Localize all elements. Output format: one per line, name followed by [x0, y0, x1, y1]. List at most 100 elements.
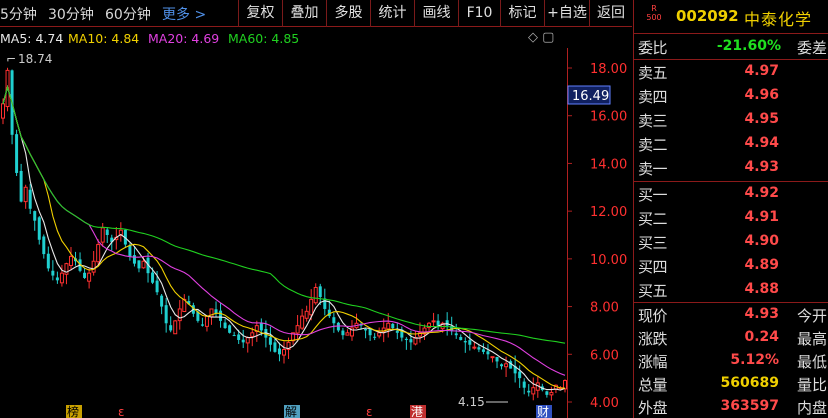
- statistics-button[interactable]: 统计: [370, 0, 414, 27]
- period-5min[interactable]: 5分钟: [0, 4, 37, 24]
- adjust-button[interactable]: 复权: [238, 0, 282, 27]
- sell-row-1-label: 卖一: [638, 160, 668, 178]
- candle-body: [100, 227, 105, 243]
- candle-body: [309, 298, 314, 316]
- candle-body: [228, 325, 232, 333]
- y-tick-label: 16.00: [590, 110, 627, 125]
- y-tick-label: 12.00: [590, 205, 627, 220]
- buy-row-3: 买三 4.90: [634, 230, 828, 254]
- back-button[interactable]: 返回: [589, 0, 632, 27]
- candle-body: [518, 371, 522, 379]
- buy-row-1-value: 4.92: [744, 185, 779, 201]
- candle-body: [527, 390, 531, 393]
- candle-body: [59, 272, 64, 284]
- draw-line-button[interactable]: 画线: [414, 0, 458, 27]
- candles: [1, 67, 567, 401]
- sell-row-3-label: 卖三: [638, 112, 668, 130]
- candle-body: [173, 320, 178, 335]
- candle-body: [490, 356, 495, 359]
- candle-body: [295, 325, 300, 334]
- candle-body: [495, 356, 499, 362]
- buy-row-2: 买二 4.91: [634, 206, 828, 230]
- candle-body: [391, 323, 395, 329]
- sell-row-3: 卖三 4.95: [634, 108, 828, 132]
- more-periods-link[interactable]: 更多 >: [162, 4, 206, 24]
- candle-body: [373, 336, 377, 338]
- quote-row-0: 现价 4.93 今开: [634, 303, 828, 327]
- candle-body: [386, 322, 391, 330]
- low-annotation: 4.15: [458, 395, 485, 409]
- buy-row-2-value: 4.91: [744, 209, 779, 225]
- candle-body: [395, 330, 399, 333]
- candle-body: [300, 315, 305, 329]
- quote-row-1-value: 0.24: [744, 329, 779, 345]
- candle-body: [223, 322, 227, 329]
- kline-chart[interactable]: MA5: 4.74 MA10: 4.84 MA20: 4.69 MA60: 4.…: [0, 28, 632, 418]
- buy-row-5-label: 买五: [638, 282, 668, 300]
- candle-body: [277, 348, 281, 355]
- candle-body: [522, 381, 526, 388]
- candle-body: [155, 280, 159, 293]
- candle-body: [151, 272, 155, 283]
- add-watchlist-button[interactable]: +自选: [544, 0, 589, 27]
- candle-body: [477, 347, 481, 350]
- candle-body: [128, 245, 132, 257]
- y-tick-label: 10.00: [590, 253, 627, 268]
- candle-body: [96, 244, 101, 263]
- sell-row-3-value: 4.95: [744, 111, 779, 127]
- candle-body: [545, 391, 549, 395]
- candle-body: [500, 364, 504, 367]
- overlay-button[interactable]: 叠加: [282, 0, 326, 27]
- candle-body: [345, 332, 350, 336]
- candle-body: [219, 310, 223, 321]
- sell-row-4-value: 4.96: [744, 87, 779, 103]
- marker-jie: 解: [285, 405, 297, 418]
- multi-stock-button[interactable]: 多股: [326, 0, 370, 27]
- quote-row-1: 涨跌 0.24 最高: [634, 326, 828, 350]
- candle-body: [481, 349, 485, 352]
- sell-row-5-label: 卖五: [638, 64, 668, 82]
- candle-body: [160, 295, 164, 307]
- quote-row-0-label2: 今开: [796, 307, 827, 325]
- period-30min[interactable]: 30分钟: [48, 4, 94, 24]
- quote-row-1-label2: 最高: [796, 330, 827, 348]
- candle-body: [282, 349, 286, 356]
- y-tick-label: 4.00: [590, 396, 619, 411]
- quote-row-4-label: 外盘: [638, 399, 668, 417]
- buy-row-4: 买四 4.89: [634, 254, 828, 278]
- candle-body: [245, 337, 250, 344]
- candle-body: [237, 334, 241, 340]
- marker-gang: 港: [411, 405, 423, 418]
- buy-row-5-value: 4.88: [744, 281, 779, 297]
- quote-row-2-value: 5.12%: [730, 352, 779, 368]
- weicha-label: 委差: [796, 39, 827, 57]
- candle-body: [37, 217, 41, 240]
- candle-body: [177, 308, 182, 322]
- candle-body: [132, 255, 136, 264]
- candle-body: [268, 337, 272, 345]
- candle-body: [431, 320, 436, 323]
- y-tick-label: 14.00: [590, 157, 627, 172]
- buy-row-4-value: 4.89: [744, 257, 779, 273]
- sell-row-2: 卖二 4.94: [634, 132, 828, 156]
- quote-row-3-label: 总量: [638, 376, 668, 394]
- quote-row-2: 涨幅 5.12% 最低: [634, 349, 828, 373]
- candle-body: [459, 337, 463, 340]
- candle-body: [55, 277, 59, 281]
- candle-body: [164, 305, 168, 324]
- ma20-line: [2, 85, 566, 376]
- mark-button[interactable]: 标记: [500, 0, 544, 27]
- candle-body: [33, 211, 37, 221]
- buy-row-4-label: 买四: [638, 258, 668, 276]
- period-60min[interactable]: 60分钟: [105, 4, 151, 24]
- candle-body: [259, 322, 263, 331]
- candle-body: [304, 310, 309, 319]
- candle-body: [332, 317, 336, 324]
- candle-body: [336, 322, 340, 331]
- f10-button[interactable]: F10: [458, 0, 500, 27]
- candle-body: [404, 338, 408, 340]
- candle-body: [232, 335, 236, 337]
- candle-body: [19, 170, 23, 202]
- candle-body: [468, 340, 472, 345]
- candle-body: [341, 330, 345, 336]
